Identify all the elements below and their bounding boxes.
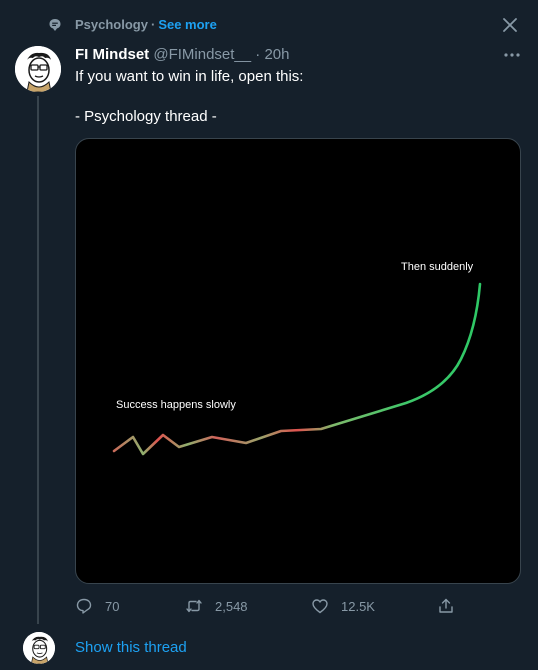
avatar-cartoon-icon-small — [23, 632, 55, 664]
more-options-icon[interactable] — [502, 50, 522, 60]
author-name[interactable]: FI Mindset — [75, 46, 149, 63]
see-more-link[interactable]: See more — [158, 17, 217, 32]
annotation-success-slowly: Success happens slowly — [116, 399, 236, 411]
reply-bubble-icon — [76, 598, 92, 614]
growth-curve-line — [112, 282, 482, 456]
retweet-button[interactable]: 2,548 — [185, 594, 248, 618]
heart-icon — [312, 599, 328, 614]
avatar[interactable] — [15, 46, 61, 92]
topic-label[interactable]: Psychology — [75, 17, 148, 32]
topic-bar: Psychology · See more — [0, 0, 538, 50]
reply-count: 70 — [105, 598, 120, 614]
topic-bubble-icon — [49, 19, 61, 31]
tweet-text-line-2: - Psychology thread - — [75, 108, 217, 125]
like-button[interactable]: 12.5K — [311, 594, 375, 618]
author-handle[interactable]: @FIMindset__ — [153, 46, 251, 63]
tweet-time[interactable]: 20h — [264, 46, 289, 63]
tweet-header: FI Mindset @FIMindset__ · 20h — [75, 45, 289, 65]
annotation-then-suddenly: Then suddenly — [401, 261, 474, 273]
share-button[interactable] — [437, 594, 467, 618]
retweet-count: 2,548 — [215, 598, 248, 614]
reply-button[interactable]: 70 — [75, 594, 119, 618]
header-separator: · — [255, 46, 261, 63]
close-icon[interactable] — [500, 15, 520, 35]
topic-separator: · — [150, 17, 156, 32]
topic-header: Psychology · See more — [75, 17, 217, 32]
tweet-media-image[interactable]: Then suddenly Success happens slowly — [75, 138, 521, 584]
tweet-actions: 70 2,548 12.5K — [75, 594, 519, 618]
thread-connector-line — [37, 96, 39, 624]
thread-avatar[interactable] — [23, 632, 55, 664]
avatar-cartoon-icon — [15, 46, 61, 92]
retweet-icon — [186, 599, 202, 613]
show-thread-link[interactable]: Show this thread — [75, 639, 187, 656]
like-count: 12.5K — [341, 598, 375, 614]
share-icon — [439, 598, 453, 613]
growth-curve-illustration: Then suddenly Success happens slowly — [112, 261, 482, 456]
tweet-text-line-1: If you want to win in life, open this: — [75, 68, 304, 85]
